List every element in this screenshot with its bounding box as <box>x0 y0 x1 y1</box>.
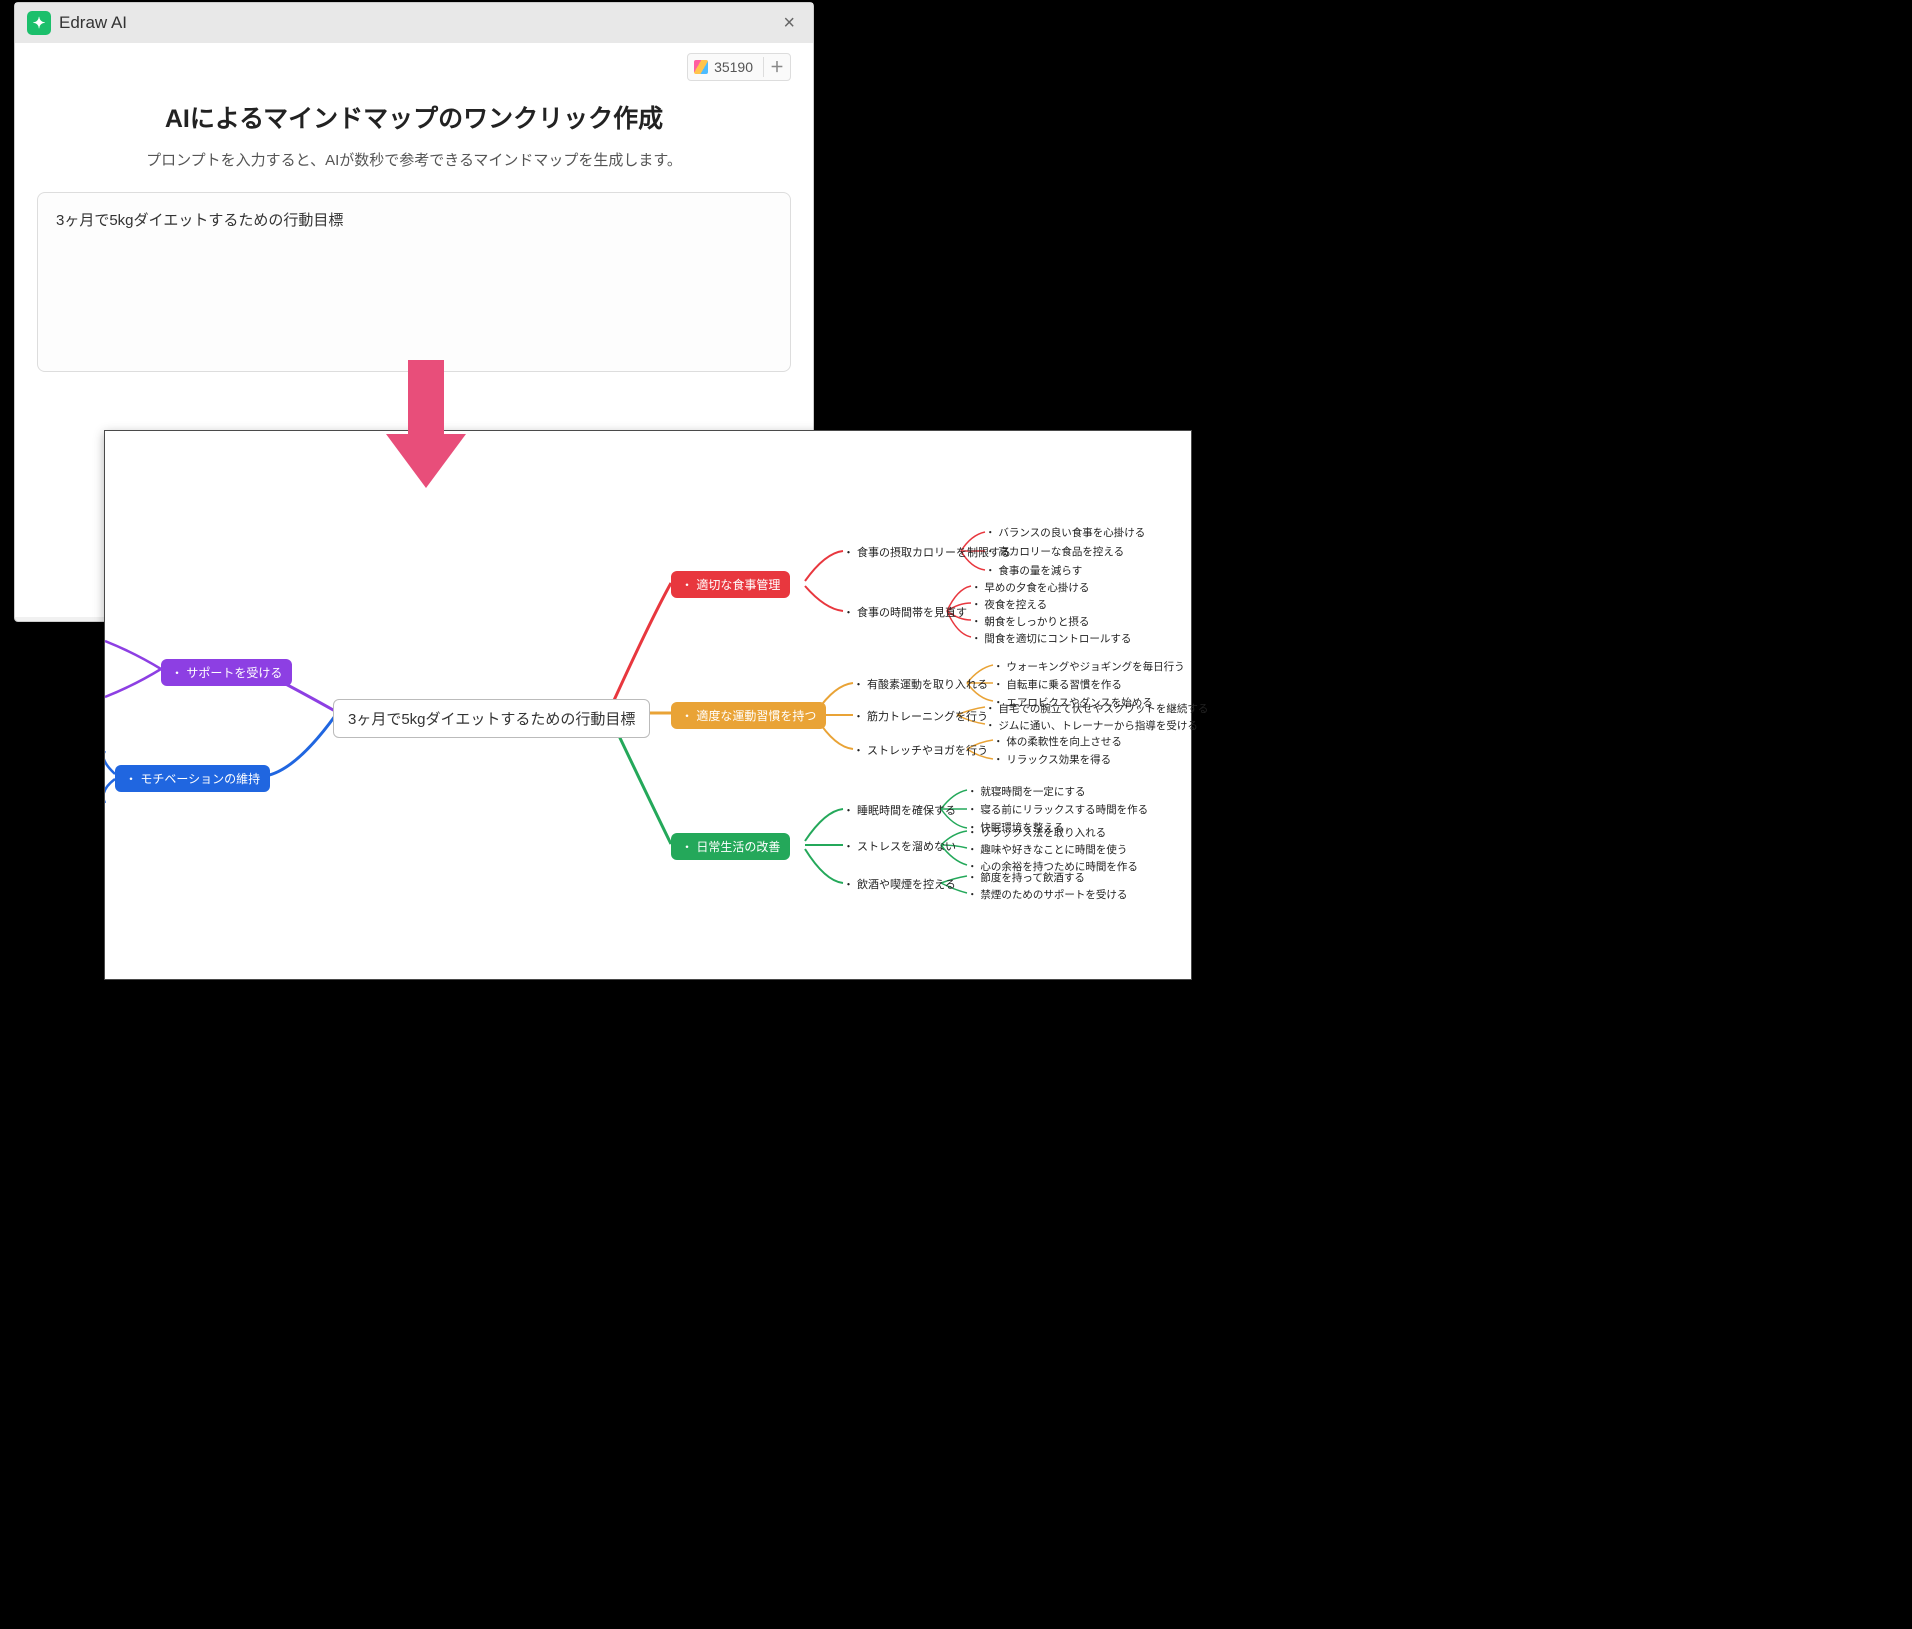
leaf-life-d1[interactable]: ・ 節度を持って飲酒する <box>967 870 1085 885</box>
leaf-life-sl1[interactable]: ・ 就寝時間を一定にする <box>967 784 1086 799</box>
app-logo-icon: ✦ <box>27 11 51 35</box>
leaf-diet-t2[interactable]: ・ 夜食を控える <box>971 597 1047 612</box>
leaf-diet-c3[interactable]: ・ 食事の量を減らす <box>985 563 1082 578</box>
dialog-subheading: プロンプトを入力すると、AIが数秒で参考できるマインドマップを生成します。 <box>37 149 791 170</box>
leaf-diet-t1[interactable]: ・ 早めの夕食を心掛ける <box>971 580 1089 595</box>
leaf-ex-y1[interactable]: ・ 体の柔軟性を向上させる <box>993 734 1122 749</box>
leaf-ex-s1[interactable]: ・ 自宅での腕立て伏せやスクワットを継続する <box>985 701 1208 716</box>
node-motivation[interactable]: ・ モチベーションの維持 <box>115 765 270 792</box>
sub-life-stress[interactable]: ・ ストレスを溜めない <box>843 838 956 854</box>
leaf-ex-a2[interactable]: ・ 自転車に乗る習慣を作る <box>993 677 1122 692</box>
leaf-ex-a1[interactable]: ・ ウォーキングやジョギングを毎日行う <box>993 659 1185 674</box>
sub-life-drink[interactable]: ・ 飲酒や喫煙を控える <box>843 876 956 892</box>
leaf-ex-y2[interactable]: ・ リラックス効果を得る <box>993 752 1111 767</box>
leaf-life-st2[interactable]: ・ 趣味や好きなことに時間を使う <box>967 842 1127 857</box>
token-logo-icon <box>694 60 708 74</box>
sub-ex-stretch[interactable]: ・ ストレッチやヨガを行う <box>853 742 988 758</box>
close-icon[interactable]: × <box>777 12 801 35</box>
token-count: 35190 <box>714 59 753 75</box>
leaf-life-st1[interactable]: ・ リラックス法を取り入れる <box>967 825 1106 840</box>
prompt-input[interactable]: 3ヶ月で5kgダイエットするための行動目標 <box>37 192 791 372</box>
dialog-header: ✦ Edraw AI × <box>15 3 813 43</box>
leaf-life-d2[interactable]: ・ 禁煙のためのサポートを受ける <box>967 887 1127 902</box>
node-diet[interactable]: ・ 適切な食事管理 <box>671 571 790 598</box>
leaf-diet-t3[interactable]: ・ 朝食をしっかりと摂る <box>971 614 1089 629</box>
node-life[interactable]: ・ 日常生活の改善 <box>671 833 790 860</box>
app-title: Edraw AI <box>59 13 127 33</box>
sub-life-sleep[interactable]: ・ 睡眠時間を確保する <box>843 802 956 818</box>
add-token-icon[interactable]: ＋ <box>763 57 784 77</box>
node-root[interactable]: 3ヶ月で5kgダイエットするための行動目標 <box>333 699 650 738</box>
leaf-life-sl2[interactable]: ・ 寝る前にリラックスする時間を作る <box>967 802 1148 817</box>
dialog-heading: AIによるマインドマップのワンクリック作成 <box>37 99 791 135</box>
prompt-text: 3ヶ月で5kgダイエットするための行動目標 <box>56 212 343 229</box>
mindmap-canvas[interactable]: 3ヶ月で5kgダイエットするための行動目標 ・ サポートを受ける ・ モチベーシ… <box>104 430 1192 980</box>
sub-ex-strength[interactable]: ・ 筋力トレーニングを行う <box>853 708 988 724</box>
node-exercise[interactable]: ・ 適度な運動習慣を持つ <box>671 702 826 729</box>
sub-ex-aerobic[interactable]: ・ 有酸素運動を取り入れる <box>853 676 988 692</box>
sub-diet-timing[interactable]: ・ 食事の時間帯を見直す <box>843 604 967 620</box>
leaf-ex-s2[interactable]: ・ ジムに通い、トレーナーから指導を受ける <box>985 718 1198 733</box>
leaf-diet-c2[interactable]: ・ 高カロリーな食品を控える <box>985 544 1124 559</box>
leaf-diet-c1[interactable]: ・ バランスの良い食事を心掛ける <box>985 525 1145 540</box>
node-support[interactable]: ・ サポートを受ける <box>161 659 292 686</box>
dialog-header-left: ✦ Edraw AI <box>27 11 127 35</box>
leaf-diet-t4[interactable]: ・ 間食を適切にコントロールする <box>971 631 1131 646</box>
token-badge[interactable]: 35190 ＋ <box>687 53 791 81</box>
